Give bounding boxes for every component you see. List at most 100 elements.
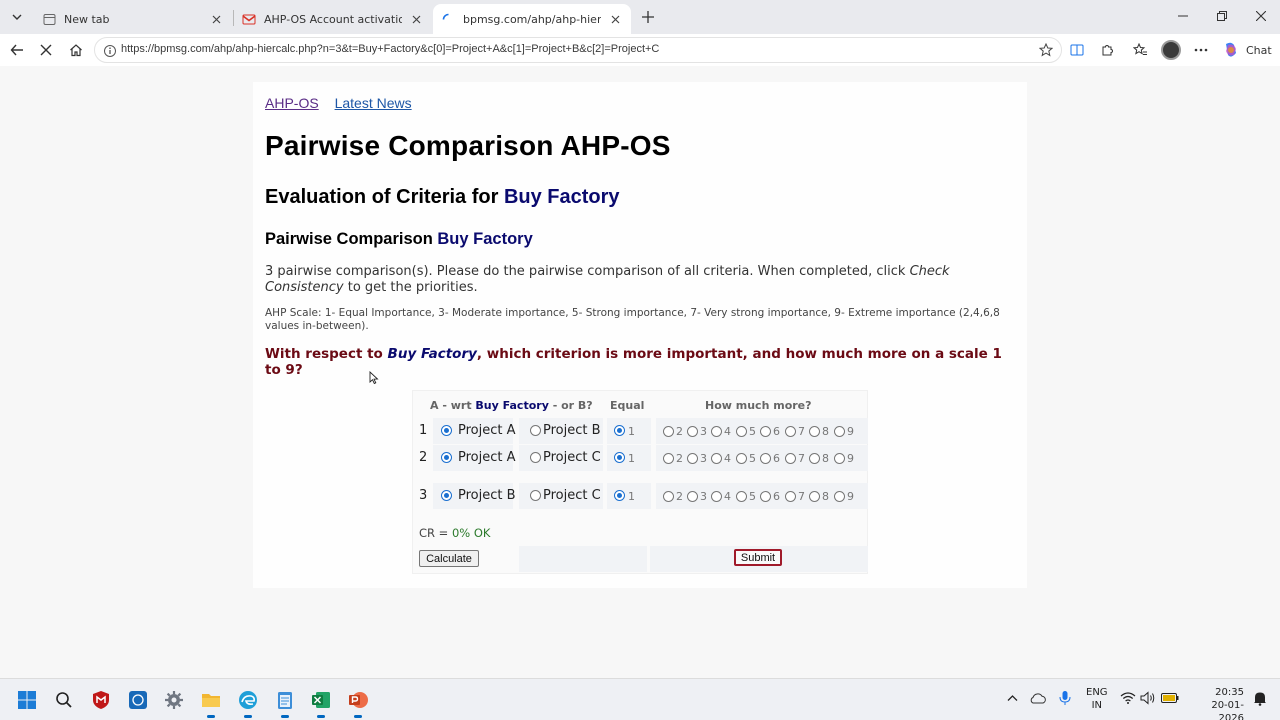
close-tab-icon[interactable] xyxy=(208,11,224,27)
volume-icon[interactable] xyxy=(1138,688,1158,708)
goal-name: Buy Factory xyxy=(437,230,533,248)
dell-app-icon[interactable] xyxy=(126,688,150,712)
ahp-scale-text: AHP Scale: 1- Equal Importance, 3- Moder… xyxy=(265,307,1000,332)
top-navigation: AHP-OS Latest News xyxy=(265,95,424,111)
intensity-option[interactable]: 5 xyxy=(736,452,756,465)
intensity-option[interactable]: 5 xyxy=(736,425,756,438)
show-hidden-icons-chevron-icon[interactable] xyxy=(1002,688,1022,708)
intensity-option[interactable]: 8 xyxy=(809,425,829,438)
settings-gear-icon[interactable] xyxy=(162,688,186,712)
tab-title: AHP-OS Account activation - yasa xyxy=(264,12,402,26)
intensity-option[interactable]: 2 xyxy=(663,425,683,438)
comparison-row: 3 Project B Project C 1 2 3 4 5 6 7 8 9 xyxy=(413,483,869,509)
radio-option-a[interactable] xyxy=(441,490,452,501)
new-tab-plus-icon[interactable] xyxy=(638,7,658,27)
intensity-option[interactable]: 9 xyxy=(834,452,854,465)
intensity-option[interactable]: 9 xyxy=(834,425,854,438)
intensity-option[interactable]: 6 xyxy=(760,452,780,465)
intensity-option[interactable]: 5 xyxy=(736,490,756,503)
split-screen-icon[interactable] xyxy=(1067,40,1087,60)
question-goal: Buy Factory xyxy=(387,346,477,362)
edge-browser-icon[interactable] xyxy=(236,688,260,718)
battery-icon[interactable] xyxy=(1160,688,1180,708)
back-arrow-icon[interactable] xyxy=(7,40,27,60)
evaluation-heading: Evaluation of Criteria for Buy Factory xyxy=(265,186,620,209)
radio-equal[interactable] xyxy=(614,490,625,501)
more-options-icon[interactable] xyxy=(1191,40,1211,60)
minimize-window-icon[interactable] xyxy=(1173,6,1193,26)
radio-equal[interactable] xyxy=(614,425,625,436)
radio-equal[interactable] xyxy=(614,452,625,463)
intensity-option[interactable]: 9 xyxy=(834,490,854,503)
microphone-icon[interactable] xyxy=(1055,688,1075,708)
radio-option-a[interactable] xyxy=(441,425,452,436)
copilot-chat-button[interactable]: Chat xyxy=(1222,40,1272,60)
input-language-indicator[interactable]: ENG IN xyxy=(1086,686,1108,712)
intensity-option[interactable]: 2 xyxy=(663,490,683,503)
favorite-star-icon[interactable] xyxy=(1037,41,1055,59)
wifi-icon[interactable] xyxy=(1118,688,1138,708)
file-explorer-icon[interactable] xyxy=(199,688,223,718)
search-icon[interactable] xyxy=(52,688,76,712)
system-clock[interactable]: 20:35 20-01-2026 xyxy=(1200,686,1244,720)
site-info-icon[interactable] xyxy=(103,43,117,57)
intensity-option[interactable]: 4 xyxy=(711,425,731,438)
close-tab-icon[interactable] xyxy=(408,11,424,27)
intensity-option[interactable]: 6 xyxy=(760,425,780,438)
radio-option-b[interactable] xyxy=(530,452,541,463)
browser-toolbar: https://bpmsg.com/ahp/ahp-hiercalc.php?n… xyxy=(0,34,1280,66)
powerpoint-icon[interactable] xyxy=(346,688,370,718)
mouse-cursor-icon xyxy=(369,371,379,385)
nav-link-ahp-os[interactable]: AHP-OS xyxy=(265,95,319,111)
radio-option-a[interactable] xyxy=(441,452,452,463)
intensity-option[interactable]: 6 xyxy=(760,490,780,503)
notepad-icon[interactable] xyxy=(273,688,297,718)
intensity-option[interactable]: 3 xyxy=(687,452,707,465)
notification-bell-icon[interactable] xyxy=(1250,688,1270,708)
close-tab-icon[interactable] xyxy=(607,11,623,27)
intensity-option[interactable]: 8 xyxy=(809,452,829,465)
intensity-option[interactable]: 4 xyxy=(711,452,731,465)
clock-time: 20:35 xyxy=(1215,687,1244,698)
header-a-prefix: A - wrt xyxy=(430,399,476,412)
copilot-label: Chat xyxy=(1246,43,1272,57)
calculate-button[interactable]: Calculate xyxy=(419,550,479,567)
option-b-label: Project B xyxy=(543,423,601,438)
gmail-icon xyxy=(242,12,256,26)
nav-link-latest-news[interactable]: Latest News xyxy=(335,95,412,111)
close-window-icon[interactable] xyxy=(1251,6,1271,26)
tab-actions-chevron-icon[interactable] xyxy=(6,7,28,27)
tab-ahp-hiercalc[interactable]: bpmsg.com/ahp/ahp-hiercalc.php xyxy=(433,4,631,34)
profile-avatar[interactable] xyxy=(1161,40,1181,60)
extensions-icon[interactable] xyxy=(1097,40,1117,60)
radio-option-b[interactable] xyxy=(530,490,541,501)
intensity-option[interactable]: 7 xyxy=(785,425,805,438)
equal-value: 1 xyxy=(628,452,635,465)
home-icon[interactable] xyxy=(66,40,86,60)
submit-button[interactable]: Submit xyxy=(734,549,782,566)
row-number: 2 xyxy=(419,450,428,465)
intensity-option[interactable]: 4 xyxy=(711,490,731,503)
stop-loading-icon[interactable] xyxy=(36,40,56,60)
header-how-much-more: How much more? xyxy=(705,399,812,412)
tab-new-tab[interactable]: New tab xyxy=(34,4,232,34)
intensity-option[interactable]: 2 xyxy=(663,452,683,465)
header-equal: Equal xyxy=(610,399,645,412)
question-prefix: With respect to xyxy=(265,346,388,362)
radio-option-b[interactable] xyxy=(530,425,541,436)
onedrive-icon[interactable] xyxy=(1028,688,1048,708)
address-bar[interactable]: https://bpmsg.com/ahp/ahp-hiercalc.php?n… xyxy=(94,37,1062,63)
favorites-icon[interactable] xyxy=(1130,40,1150,60)
option-a-label: Project B xyxy=(458,488,516,503)
windows-start-icon[interactable] xyxy=(15,688,39,712)
intensity-option[interactable]: 3 xyxy=(687,425,707,438)
restore-window-icon[interactable] xyxy=(1212,6,1232,26)
mcafee-icon[interactable] xyxy=(89,688,113,712)
tab-ahp-os-activation[interactable]: AHP-OS Account activation - yasa xyxy=(234,4,432,34)
url-text[interactable]: https://bpmsg.com/ahp/ahp-hiercalc.php?n… xyxy=(121,43,659,55)
intensity-option[interactable]: 7 xyxy=(785,452,805,465)
intensity-option[interactable]: 8 xyxy=(809,490,829,503)
intensity-option[interactable]: 3 xyxy=(687,490,707,503)
excel-icon[interactable] xyxy=(309,688,333,718)
intensity-option[interactable]: 7 xyxy=(785,490,805,503)
